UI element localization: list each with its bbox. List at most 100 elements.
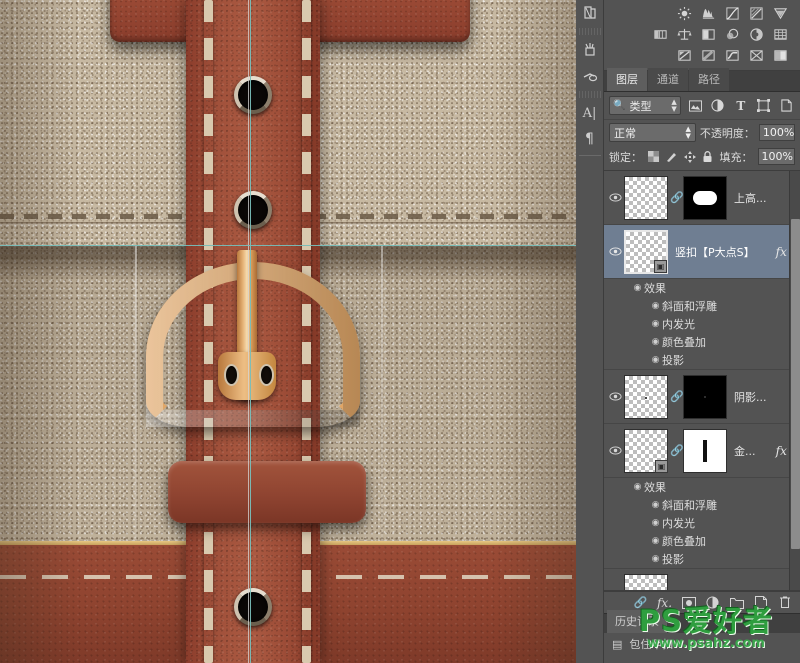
layer-effects-group[interactable]: ◉ 效果 ◉ 斜面和浮雕 ◉ 内发光 ◉ 颜色叠加 ◉ 投影 [604,279,800,370]
layer-thumbnails[interactable]: ▣ [624,229,668,274]
blend-mode-row[interactable]: 正常 ▲ ▼ 不透明度： 100% [604,120,800,145]
eye-icon[interactable]: ◉ [631,482,644,492]
levels-icon[interactable] [698,5,718,22]
channel-mixer-icon[interactable] [746,26,766,43]
effect-item[interactable]: ◉ 颜色叠加 [604,532,800,550]
layer-name[interactable]: 竖扣【P大点S】 [668,244,776,260]
adjustment-layer-filter-icon[interactable] [710,97,727,115]
effect-item[interactable]: ◉ 内发光 [604,514,800,532]
layer-thumbnails[interactable]: 🔗 [624,374,727,419]
mask-link-icon[interactable]: 🔗 [670,191,684,204]
eye-icon[interactable] [607,193,624,202]
effect-item[interactable]: ◉ 内发光 [604,315,800,333]
layer-row[interactable]: 🔗 阴影... [604,370,800,424]
layer-mask-thumbnail[interactable] [683,374,727,419]
document-canvas[interactable] [0,0,576,663]
adjustments-panel[interactable] [604,0,800,71]
effect-item[interactable]: ◉ 颜色叠加 [604,333,800,351]
eye-icon[interactable] [607,247,624,256]
guide-vertical-grey[interactable] [248,0,249,663]
posterize-icon[interactable] [698,47,718,64]
layer-thumbnails[interactable]: ▣ 🔗 [624,428,727,473]
eye-icon[interactable]: ◉ [649,500,662,510]
layer-mask-thumbnail[interactable] [683,175,727,220]
scrollbar-thumb[interactable] [791,219,800,549]
layer-row[interactable]: ▣ 竖扣【P大点S】 fx ▲ [604,225,800,279]
layer-row[interactable]: 🔗 上高... [604,171,800,225]
shape-layer-filter-icon[interactable] [755,97,772,115]
layer-mask-thumbnail[interactable] [683,428,727,473]
lock-position-icon[interactable] [683,150,696,164]
layer-thumbnail[interactable]: ▣ [624,573,668,590]
selective-color-icon[interactable] [770,47,790,64]
tab-history[interactable]: 历史记录 [607,610,667,633]
vertical-tool-strip[interactable]: A| ¶ [576,0,604,663]
layer-list[interactable]: 🔗 上高... ▣ 竖扣【P大点S】 fx ◉ 效果 ◉ 斜面和浮雕 ◉ 内发光… [604,171,800,591]
layer-row[interactable]: ▣ 小扣【P大点S】 fx ▲ [604,569,800,591]
filter-kind-select[interactable]: 🔍 类型 ▲ ▼ [609,96,681,115]
invert-icon[interactable] [674,47,694,64]
lock-all-icon[interactable] [701,150,714,164]
layer-filter-row[interactable]: 🔍 类型 ▲ ▼ T [604,92,800,120]
mask-link-icon[interactable]: 🔗 [670,390,684,403]
new-fill-adjustment-icon[interactable] [705,595,720,610]
lock-image-pixels-icon[interactable] [665,150,678,164]
smart-object-filter-icon[interactable] [778,97,795,115]
pixel-layer-filter-icon[interactable] [687,97,704,115]
lock-row[interactable]: 锁定： 填充： 100% [604,145,800,171]
tab-paths[interactable]: 路径 [689,68,729,91]
gradient-map-icon[interactable] [746,47,766,64]
add-layer-style-icon[interactable]: fx. [657,595,672,610]
effects-header[interactable]: ◉ 效果 [604,279,800,297]
blend-mode-select[interactable]: 正常 ▲ ▼ [609,123,696,142]
layer-name[interactable]: 金... [727,443,776,459]
eye-icon[interactable]: ◉ [649,337,662,347]
layer-thumbnail[interactable] [624,374,668,419]
lock-transparent-pixels-icon[interactable] [647,150,660,164]
layer-list-scrollbar[interactable] [789,171,800,590]
new-layer-icon[interactable] [753,595,768,610]
adjustments-row-1[interactable] [610,3,796,24]
photo-filter-icon[interactable] [722,26,742,43]
link-layers-icon[interactable]: 🔗 [633,595,648,610]
eye-icon[interactable]: ◉ [649,355,662,365]
black-white-icon[interactable] [698,26,718,43]
layer-name[interactable]: 小扣【P大点S】 [668,588,776,591]
layer-thumbnail[interactable]: ▣ [624,428,668,473]
layer-effects-group[interactable]: ◉ 效果 ◉ 斜面和浮雕 ◉ 内发光 ◉ 颜色叠加 ◉ 投影 [604,478,800,569]
history-row[interactable]: ▤ 包住甲扣 [604,633,800,655]
color-balance-icon[interactable] [674,26,694,43]
clone-tool-icon[interactable] [577,63,603,89]
history-tab-bar[interactable]: 历史记录 [604,610,800,633]
paragraph-icon[interactable]: ¶ [577,126,603,152]
eye-icon[interactable] [607,446,624,455]
eye-icon[interactable]: ◉ [649,319,662,329]
eye-icon[interactable]: ◉ [649,554,662,564]
curves-icon[interactable] [722,5,742,22]
eye-icon[interactable] [607,392,624,401]
eye-icon[interactable]: ◉ [649,536,662,546]
guide-horizontal-cyan[interactable] [0,245,576,246]
effect-item[interactable]: ◉ 投影 [604,550,800,568]
exposure-icon[interactable] [746,5,766,22]
eye-icon[interactable]: ◉ [631,283,644,293]
threshold-icon[interactable] [722,47,742,64]
layer-row[interactable]: ▣ 🔗 金... fx ▲ [604,424,800,478]
type-tool-icon[interactable]: A| [577,100,603,126]
effect-item[interactable]: ◉ 投影 [604,351,800,369]
layer-thumbnails[interactable]: ▣ [624,573,668,590]
opacity-value[interactable]: 100% [758,124,795,141]
tab-layers[interactable]: 图层 [607,68,647,91]
quick-mask-icon[interactable] [577,0,603,26]
vibrance-icon[interactable] [770,5,790,22]
eye-icon[interactable]: ◉ [649,301,662,311]
effects-header[interactable]: ◉ 效果 [604,478,800,496]
fill-value[interactable]: 100% [757,148,795,165]
eye-icon[interactable]: ◉ [649,518,662,528]
adjustments-row-3[interactable] [610,45,796,66]
tab-channels[interactable]: 通道 [648,68,688,91]
delete-layer-icon[interactable] [777,595,792,610]
color-lookup-icon[interactable] [770,26,790,43]
adjustments-row-2[interactable] [610,24,796,45]
add-layer-mask-icon[interactable] [681,595,696,610]
